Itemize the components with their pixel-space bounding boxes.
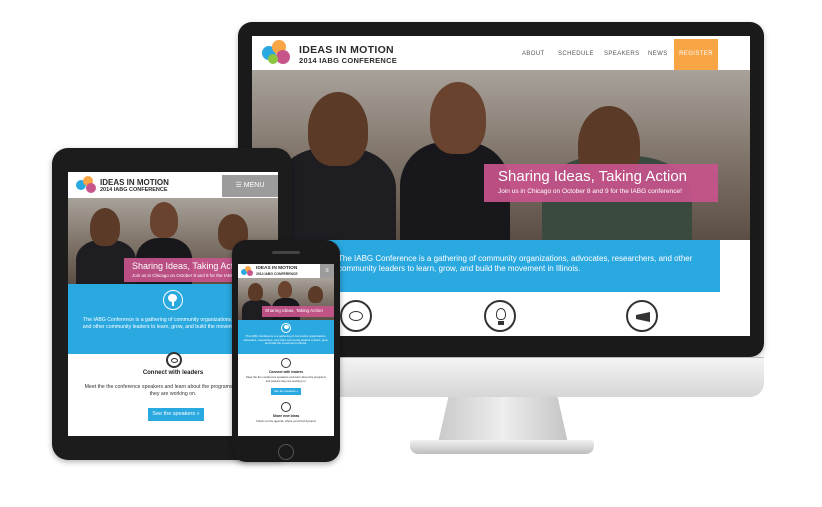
speech-bubble-icon[interactable] bbox=[340, 300, 372, 332]
logo-subtitle: 2014 IABG CONFERENCE bbox=[100, 187, 168, 193]
banner-title: Sharing Ideas, Taking Action bbox=[265, 308, 323, 313]
share-heading: Share new ideas bbox=[272, 414, 300, 418]
logo-subtitle: 2014 IABG CONFERENCE bbox=[256, 272, 298, 276]
monitor-stand-base bbox=[410, 440, 594, 454]
lightbulb-icon[interactable] bbox=[281, 402, 291, 412]
intro-text: The IABG Conference is a gathering of co… bbox=[243, 334, 329, 346]
speech-bubble-icon[interactable] bbox=[166, 352, 182, 368]
lightbulb-icon[interactable] bbox=[484, 300, 516, 332]
logo-title[interactable]: IDEAS IN MOTION bbox=[256, 266, 297, 271]
logo-gears-icon[interactable] bbox=[262, 40, 294, 66]
banner-title: Sharing Ideas, Taking Action bbox=[498, 168, 688, 185]
phone-header: IDEAS IN MOTION 2014 IABG CONFERENCE ≡ bbox=[238, 264, 334, 278]
nav-schedule[interactable]: SCHEDULE bbox=[558, 51, 594, 57]
intro-section: The IABG Conference is a gathering of co… bbox=[282, 240, 720, 292]
nav-about[interactable]: ABOUT bbox=[522, 51, 545, 57]
connect-heading: Connect with leaders bbox=[268, 370, 304, 374]
tree-icon bbox=[163, 290, 183, 310]
logo-gears-icon[interactable] bbox=[76, 176, 98, 194]
speech-bubble-icon[interactable] bbox=[281, 358, 291, 368]
logo-title[interactable]: IDEAS IN MOTION bbox=[100, 178, 169, 187]
banner-subtitle: Join us in Chicago on October 8 and 9 fo… bbox=[498, 188, 682, 195]
phone-speaker bbox=[272, 251, 300, 254]
intro-section: The IABG Conference is a gathering of co… bbox=[238, 320, 334, 354]
desktop-header: IDEAS IN MOTION 2014 IABG CONFERENCE ABO… bbox=[252, 36, 750, 70]
nav-news[interactable]: NEWS bbox=[648, 51, 668, 57]
intro-text: The IABG Conference is a gathering of co… bbox=[338, 254, 693, 273]
phone-home-button bbox=[278, 444, 294, 460]
hero-photo bbox=[252, 70, 750, 240]
see-speakers-button[interactable]: See the speakers » bbox=[148, 408, 204, 421]
tree-icon bbox=[281, 323, 291, 333]
megaphone-icon[interactable] bbox=[626, 300, 658, 332]
banner-title: Sharing Ideas, Taking Action bbox=[132, 261, 246, 271]
menu-button[interactable]: ≡ bbox=[320, 264, 334, 278]
phone-screen: IDEAS IN MOTION 2014 IABG CONFERENCE ≡ S… bbox=[238, 264, 334, 436]
logo-gears-icon[interactable] bbox=[241, 266, 254, 276]
monitor-stand-neck bbox=[438, 397, 568, 443]
nav-speakers[interactable]: SPEAKERS bbox=[604, 51, 640, 57]
hero-banner: Sharing Ideas, Taking Action Join us in … bbox=[484, 164, 718, 202]
hero-banner: Sharing Ideas, Taking Action bbox=[262, 306, 334, 317]
see-speakers-button[interactable]: See the speakers » bbox=[271, 388, 301, 395]
banner-subtitle: Join us in Chicago on October 8 and 9 fo… bbox=[132, 273, 235, 278]
share-description: Check out the agenda, where you'll find … bbox=[255, 419, 317, 423]
logo-subtitle: 2014 IABG CONFERENCE bbox=[299, 56, 398, 65]
logo-title[interactable]: IDEAS IN MOTION bbox=[299, 44, 394, 56]
menu-button[interactable]: ☰ MENU bbox=[222, 175, 278, 197]
register-button[interactable]: REGISTER bbox=[674, 39, 718, 70]
tablet-header: IDEAS IN MOTION 2014 IABG CONFERENCE ☰ M… bbox=[68, 172, 278, 198]
connect-description: Meet the the conference speakers and lea… bbox=[246, 375, 326, 383]
